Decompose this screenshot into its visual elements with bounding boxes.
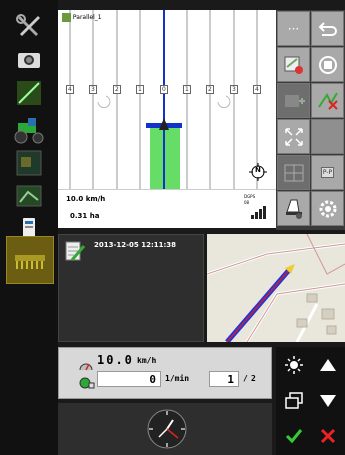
rpm-icon: [79, 374, 95, 389]
session-panel[interactable]: 2013-12-05 12:11:38: [58, 234, 204, 342]
stop-icon: [318, 55, 337, 74]
speed-panel[interactable]: 10.0 km/h 0 1/min 1 / 2: [58, 347, 272, 399]
gps-status: DGPS: [244, 194, 256, 199]
notepad-edit-icon: [64, 240, 86, 264]
signal-bars-icon: [251, 204, 271, 219]
arrow-down-icon: [319, 394, 336, 407]
checkmark-icon: [285, 428, 302, 443]
guidance-map[interactable]: Parallel_1 4 3 2 1 0 1 2 3 4 N 10.0 km/h…: [58, 10, 276, 228]
brightness-button[interactable]: [277, 347, 310, 382]
pp-icon: P-P: [320, 167, 335, 178]
compass-label: N: [255, 166, 261, 174]
rpm-value: 0: [149, 373, 156, 386]
speed-readout: 10.0 km/h: [66, 195, 106, 203]
back-button[interactable]: [311, 11, 344, 46]
page-separator: /: [243, 374, 248, 383]
field-add-icon: [284, 56, 303, 74]
more-button[interactable]: ···: [277, 11, 310, 46]
page-current: 1: [227, 373, 234, 386]
area-readout: 0.31 ha: [70, 212, 100, 220]
auto-steer-button[interactable]: [277, 191, 310, 226]
right-controls: [276, 347, 345, 455]
clock-panel: [58, 403, 272, 455]
lane-number: 3: [89, 85, 97, 94]
cancel-button[interactable]: [311, 418, 344, 453]
gps-satellites: 08: [244, 200, 250, 205]
page-total: 2: [251, 374, 256, 383]
add-field-button[interactable]: [277, 47, 310, 82]
lane-number: 4: [253, 85, 261, 94]
compass-icon[interactable]: N: [249, 163, 267, 181]
settings-button[interactable]: [311, 191, 344, 226]
zoom-fit-button[interactable]: [277, 119, 310, 154]
split-icon: [284, 164, 303, 181]
lane-number: 1: [136, 85, 144, 94]
gear-icon: [319, 200, 336, 217]
field-icon: [62, 13, 71, 22]
lane-number: 1: [183, 85, 191, 94]
speedometer-icon: [79, 356, 93, 371]
split-view-button[interactable]: [277, 155, 310, 190]
stop-button[interactable]: [311, 47, 344, 82]
lane-number: 0: [160, 85, 168, 94]
session-datetime: 2013-12-05 12:11:38: [94, 241, 177, 249]
sun-icon: [284, 355, 303, 374]
lane-numbers: 4 3 2 1 0 1 2 3 4: [66, 85, 274, 95]
add-marker-button[interactable]: [277, 83, 310, 118]
rpm-unit: 1/min: [165, 374, 190, 383]
scroll-down-button[interactable]: [311, 383, 344, 418]
field-minimap[interactable]: [207, 234, 345, 342]
empty-slot-button: [311, 119, 344, 154]
delete-lines-button[interactable]: [311, 83, 344, 118]
guidance-title: Parallel_1: [62, 13, 102, 22]
auto-icon: [285, 199, 302, 219]
analog-clock-icon: [146, 408, 188, 450]
lane-number: 4: [66, 85, 74, 94]
minimap-canvas: [207, 234, 345, 342]
close-icon: [320, 428, 335, 443]
marker-add-icon: [284, 94, 305, 107]
confirm-button[interactable]: [277, 418, 310, 453]
speed-unit: km/h: [137, 356, 157, 365]
function-button-grid: ··· P-P: [276, 10, 345, 230]
speed-value: 10.0: [97, 353, 134, 367]
rpm-field[interactable]: 0: [97, 371, 161, 387]
implement-icon[interactable]: [6, 236, 54, 284]
sidebar: [0, 0, 58, 455]
guidance-stats: 10.0 km/h 0.31 ha DGPS 08: [58, 189, 276, 228]
expand-icon: [284, 127, 303, 146]
lane-number: 2: [206, 85, 214, 94]
back-icon: [318, 21, 337, 36]
switch-window-button[interactable]: [277, 383, 310, 418]
lines-delete-icon: [317, 91, 338, 110]
lane-number: 3: [230, 85, 238, 94]
scroll-up-button[interactable]: [311, 347, 344, 382]
page-current-field[interactable]: 1: [209, 371, 239, 387]
windows-icon: [284, 391, 303, 409]
arrow-up-icon: [319, 358, 336, 371]
lane-number: 2: [113, 85, 121, 94]
pp-button[interactable]: P-P: [311, 155, 344, 190]
